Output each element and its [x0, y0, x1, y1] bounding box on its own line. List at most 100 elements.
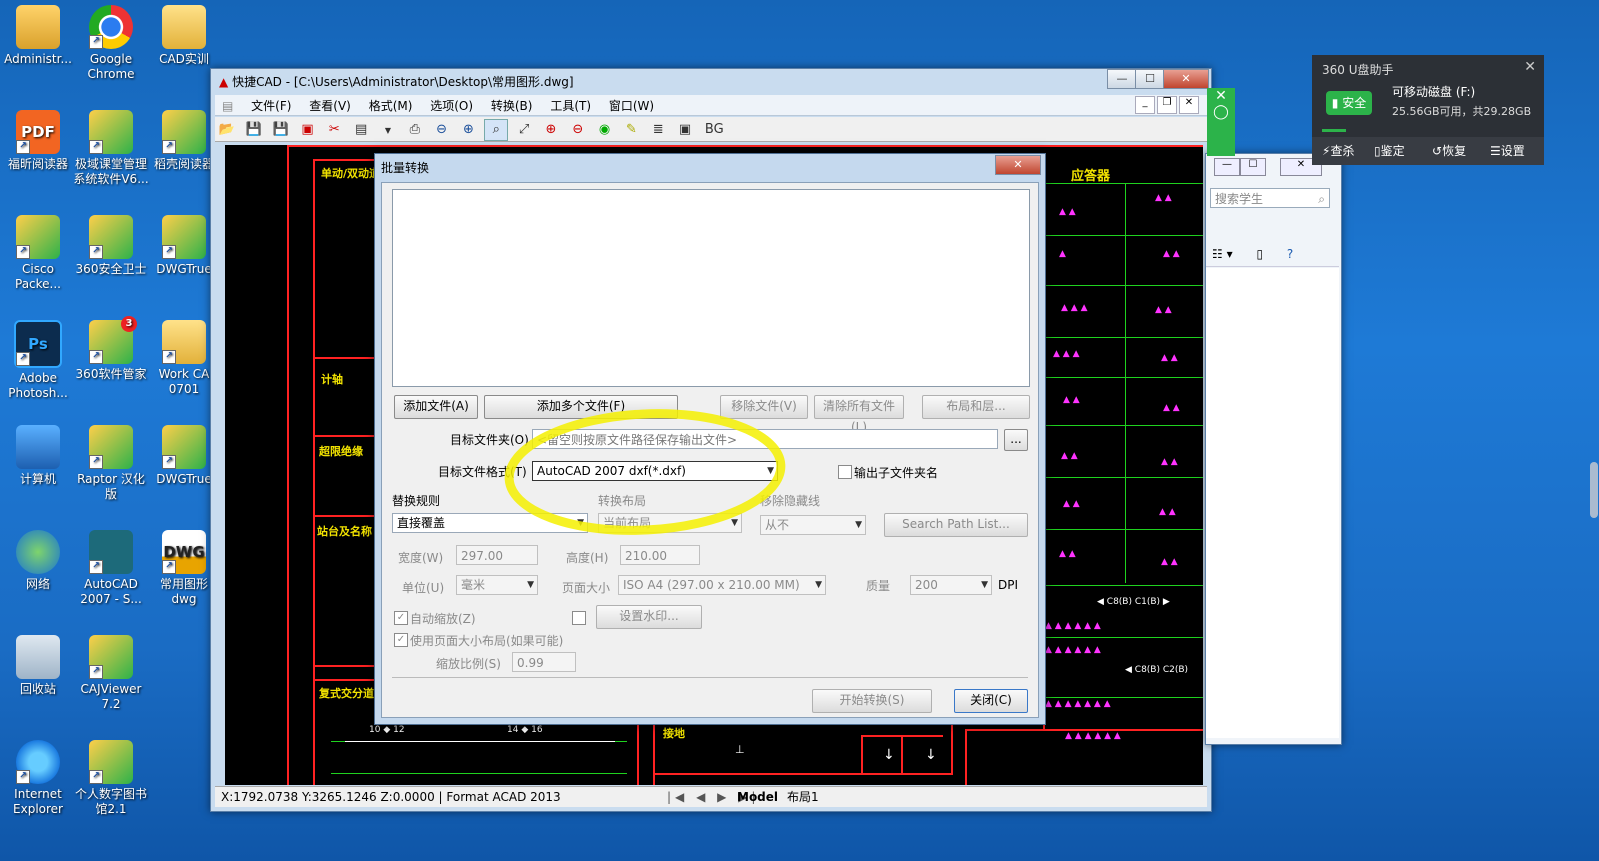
- save-as-icon[interactable]: 💾: [270, 120, 292, 140]
- target-folder-input[interactable]: <留空则按原文件路径保存输出文件>: [532, 429, 998, 449]
- zoom-real-icon[interactable]: ⤢: [513, 120, 535, 140]
- identify-button[interactable]: ▯鉴定: [1374, 137, 1405, 165]
- convert-icon[interactable]: ✂: [323, 120, 345, 140]
- menu-file[interactable]: 文件(F): [244, 95, 298, 116]
- desktop-icon[interactable]: Administr...: [0, 5, 76, 67]
- desktop-icon[interactable]: ↗ Google Chrome: [73, 5, 149, 82]
- add-file-button[interactable]: 添加文件(A): [394, 395, 478, 419]
- usb-helper-close-button[interactable]: ✕: [1524, 59, 1536, 75]
- output-subfolder-checkbox[interactable]: [838, 465, 852, 479]
- desktop-scroll-handle[interactable]: [1590, 462, 1598, 518]
- restore-button[interactable]: ↺恢复: [1432, 137, 1466, 165]
- file-list[interactable]: [392, 189, 1030, 387]
- desktop-icon[interactable]: ↗ 360安全卫士: [73, 215, 149, 277]
- search-path-button[interactable]: Search Path List...: [884, 513, 1028, 537]
- convert-layout-select[interactable]: 当前布局 ▼: [598, 513, 742, 533]
- dropdown-icon[interactable]: ▼: [377, 121, 399, 141]
- remove-file-button[interactable]: 移除文件(V): [720, 395, 808, 419]
- desktop-icon[interactable]: 回收站: [0, 635, 76, 697]
- menu-convert[interactable]: 转换(B): [484, 95, 540, 116]
- tab-model[interactable]: Model: [737, 787, 778, 807]
- preview-pane-icon[interactable]: ▯: [1256, 247, 1263, 261]
- explorer-search-input[interactable]: 搜索学生 ⌕: [1210, 188, 1330, 208]
- zoom-window-icon[interactable]: ⌕: [484, 119, 509, 141]
- close-button[interactable]: ✕: [1163, 69, 1209, 89]
- layout-layers-button[interactable]: 布局和层...: [922, 395, 1030, 419]
- use-page-layout-checkbox[interactable]: ✓: [394, 633, 408, 647]
- auto-zoom-checkbox[interactable]: ✓: [394, 611, 408, 625]
- settings-button[interactable]: ☰设置: [1490, 137, 1525, 165]
- print-icon[interactable]: ⎙: [404, 120, 426, 140]
- shortcut-arrow-icon: ↗: [89, 35, 103, 49]
- desktop-icon[interactable]: 网络: [0, 530, 76, 592]
- desktop-icon[interactable]: PDF ↗ 福昕阅读器: [0, 110, 76, 172]
- mdi-close-button[interactable]: ✕: [1179, 96, 1199, 114]
- menu-options[interactable]: 选项(O): [423, 95, 480, 116]
- target-folder-label: 目标文件夹(O): [450, 433, 529, 447]
- bg-button[interactable]: BG: [701, 120, 728, 140]
- screen-icon[interactable]: ▣: [674, 120, 696, 140]
- browse-folder-button[interactable]: ...: [1004, 429, 1028, 451]
- text-icon[interactable]: ≣: [647, 120, 669, 140]
- pdf-icon[interactable]: ▣: [296, 120, 318, 140]
- explorer-maximize-button[interactable]: ☐: [1240, 158, 1266, 176]
- desktop-icon[interactable]: 3 ↗ 360软件管家: [73, 316, 149, 382]
- desktop-icon[interactable]: Ps ↗ Adobe Photosh...: [0, 320, 76, 401]
- open-icon[interactable]: 📂: [216, 120, 238, 140]
- save-icon[interactable]: 💾: [243, 120, 265, 140]
- dialog-body: 添加文件(A) 添加多个文件(F) 移除文件(V) 清除所有文件(L) 布局和层…: [381, 182, 1039, 718]
- height-input[interactable]: 210.00: [620, 545, 700, 565]
- menu-tools[interactable]: 工具(T): [543, 95, 598, 116]
- tab-layout1[interactable]: 布局1: [787, 787, 819, 807]
- zoom-in-icon[interactable]: ⊕: [457, 120, 479, 140]
- close-dialog-button[interactable]: 关闭(C): [954, 689, 1028, 713]
- target-format-select[interactable]: AutoCAD 2007 dxf(*.dxf) ▼: [532, 461, 778, 481]
- minimize-button[interactable]: —: [1107, 69, 1137, 89]
- mdi-restore-button[interactable]: ❐: [1157, 96, 1177, 114]
- safe-badge: ▮ 安全: [1326, 91, 1372, 115]
- view-options-icon[interactable]: ☷ ▾: [1212, 247, 1233, 261]
- unit-select[interactable]: 毫米 ▼: [456, 575, 538, 595]
- explorer-minimize-button[interactable]: —: [1214, 158, 1240, 176]
- desktop-icon[interactable]: CAD实训: [146, 5, 222, 67]
- desktop-icon[interactable]: ↗ AutoCAD 2007 - S...: [73, 530, 149, 607]
- desktop-icon[interactable]: ↗ Raptor 汉化版: [73, 425, 149, 502]
- start-convert-button[interactable]: 开始转换(S): [812, 689, 932, 713]
- mdi-minimize-button[interactable]: _: [1135, 96, 1155, 114]
- menu-view[interactable]: 查看(V): [302, 95, 358, 116]
- drawing-label-axle-counter: 计轴: [321, 373, 343, 386]
- replace-rule-select[interactable]: 直接覆盖 ▼: [392, 513, 588, 533]
- desktop-icon[interactable]: ↗ CAJViewer 7.2: [73, 635, 149, 712]
- dialog-close-x-button[interactable]: ✕: [995, 155, 1041, 175]
- maximize-button[interactable]: ☐: [1135, 69, 1165, 89]
- width-input[interactable]: 297.00: [456, 545, 538, 565]
- desktop-icon[interactable]: 计算机: [0, 425, 76, 487]
- desktop-icon[interactable]: ↗ Internet Explorer: [0, 740, 76, 817]
- explorer-window[interactable]: — ☐ ✕ 搜索学生 ⌕ ☷ ▾ ▯ ?: [1205, 153, 1342, 745]
- shortcut-arrow-icon: ↗: [162, 140, 176, 154]
- desktop-icon[interactable]: ↗ Cisco Packe...: [0, 215, 76, 292]
- desktop-icon[interactable]: ↗ 个人数字图书馆2.1: [73, 740, 149, 817]
- layers-icon[interactable]: ◉: [594, 120, 616, 140]
- highlight-icon[interactable]: ✎: [620, 120, 642, 140]
- pdf-icon: PDF ↗: [16, 110, 60, 154]
- scan-button[interactable]: ⚡查杀: [1322, 137, 1354, 165]
- watermark-checkbox[interactable]: [572, 611, 586, 625]
- batch-icon[interactable]: ▤: [350, 120, 372, 140]
- remove-hidden-select[interactable]: 从不 ▼: [760, 515, 866, 535]
- desktop-icon[interactable]: ↗ 极域课堂管理系统软件V6...: [73, 110, 149, 187]
- zoom-extents-icon[interactable]: ⊕: [540, 120, 562, 140]
- menu-window[interactable]: 窗口(W): [602, 95, 661, 116]
- folder-icon: [162, 5, 206, 49]
- zoom-previous-icon[interactable]: ⊖: [567, 120, 589, 140]
- quality-select[interactable]: 200 ▼: [910, 575, 992, 595]
- batch-convert-dialog[interactable]: 批量转换 ✕ 添加文件(A) 添加多个文件(F) 移除文件(V) 清除所有文件(…: [374, 153, 1046, 725]
- menu-format[interactable]: 格式(M): [362, 95, 420, 116]
- clear-all-files-button[interactable]: 清除所有文件(L): [814, 395, 904, 434]
- add-many-files-button[interactable]: 添加多个文件(F): [484, 395, 678, 419]
- zoom-out-icon[interactable]: ⊖: [431, 120, 453, 140]
- scale-input[interactable]: 0.99: [512, 652, 576, 672]
- page-size-select[interactable]: ISO A4 (297.00 x 210.00 MM) ▼: [618, 575, 826, 595]
- set-watermark-button[interactable]: 设置水印...: [596, 605, 702, 629]
- help-icon[interactable]: ?: [1287, 247, 1293, 261]
